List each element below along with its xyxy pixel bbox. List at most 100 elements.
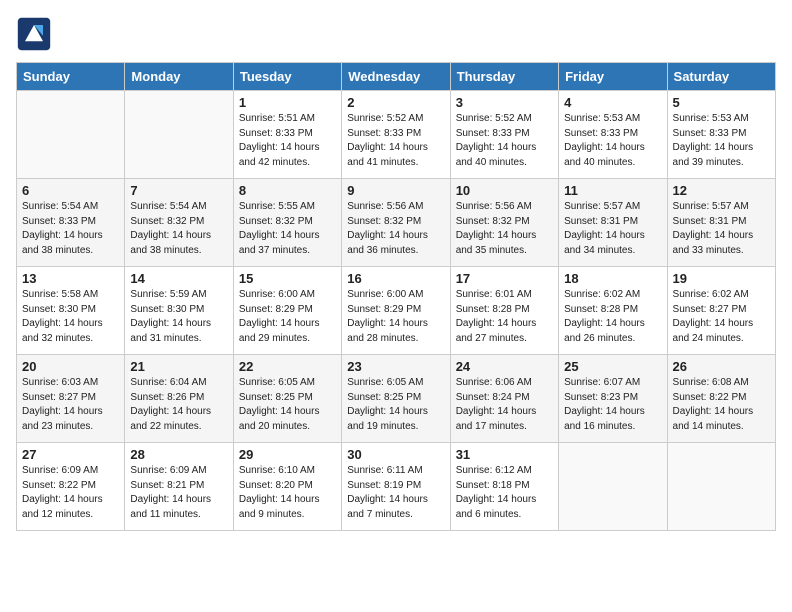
calendar-cell: 5 Sunrise: 5:53 AM Sunset: 8:33 PM Daylig… bbox=[667, 91, 775, 179]
day-number: 30 bbox=[347, 447, 444, 462]
cell-info: Sunrise: 6:11 AM Sunset: 8:19 PM Dayligh… bbox=[347, 464, 444, 522]
cell-info: Sunrise: 6:02 AM Sunset: 8:28 PM Dayligh… bbox=[564, 288, 661, 346]
cell-info: Sunrise: 5:57 AM Sunset: 8:31 PM Dayligh… bbox=[673, 200, 770, 258]
day-number: 9 bbox=[347, 183, 444, 198]
day-number: 10 bbox=[456, 183, 553, 198]
cell-info: Sunrise: 6:09 AM Sunset: 8:22 PM Dayligh… bbox=[22, 464, 119, 522]
calendar-cell: 8 Sunrise: 5:55 AM Sunset: 8:32 PM Daylig… bbox=[233, 179, 341, 267]
day-number: 21 bbox=[130, 359, 227, 374]
cell-info: Sunrise: 6:10 AM Sunset: 8:20 PM Dayligh… bbox=[239, 464, 336, 522]
header-day-tuesday: Tuesday bbox=[233, 63, 341, 91]
calendar-cell: 30 Sunrise: 6:11 AM Sunset: 8:19 PM Dayli… bbox=[342, 443, 450, 531]
day-number: 22 bbox=[239, 359, 336, 374]
calendar-cell: 4 Sunrise: 5:53 AM Sunset: 8:33 PM Daylig… bbox=[559, 91, 667, 179]
calendar-cell: 9 Sunrise: 5:56 AM Sunset: 8:32 PM Daylig… bbox=[342, 179, 450, 267]
header-day-saturday: Saturday bbox=[667, 63, 775, 91]
day-number: 19 bbox=[673, 271, 770, 286]
calendar-cell: 15 Sunrise: 6:00 AM Sunset: 8:29 PM Dayli… bbox=[233, 267, 341, 355]
cell-info: Sunrise: 6:02 AM Sunset: 8:27 PM Dayligh… bbox=[673, 288, 770, 346]
header-day-monday: Monday bbox=[125, 63, 233, 91]
cell-info: Sunrise: 5:58 AM Sunset: 8:30 PM Dayligh… bbox=[22, 288, 119, 346]
calendar-cell: 26 Sunrise: 6:08 AM Sunset: 8:22 PM Dayli… bbox=[667, 355, 775, 443]
day-number: 17 bbox=[456, 271, 553, 286]
header-day-wednesday: Wednesday bbox=[342, 63, 450, 91]
day-number: 7 bbox=[130, 183, 227, 198]
day-number: 29 bbox=[239, 447, 336, 462]
day-number: 13 bbox=[22, 271, 119, 286]
calendar-cell bbox=[667, 443, 775, 531]
logo bbox=[16, 16, 56, 52]
logo-icon bbox=[16, 16, 52, 52]
cell-info: Sunrise: 6:00 AM Sunset: 8:29 PM Dayligh… bbox=[239, 288, 336, 346]
calendar-cell: 22 Sunrise: 6:05 AM Sunset: 8:25 PM Dayli… bbox=[233, 355, 341, 443]
day-number: 26 bbox=[673, 359, 770, 374]
cell-info: Sunrise: 5:53 AM Sunset: 8:33 PM Dayligh… bbox=[564, 112, 661, 170]
calendar-cell: 27Sunrise: 6:09 AM Sunset: 8:22 PM Dayli… bbox=[17, 443, 125, 531]
day-number: 15 bbox=[239, 271, 336, 286]
calendar-cell: 12 Sunrise: 5:57 AM Sunset: 8:31 PM Dayli… bbox=[667, 179, 775, 267]
cell-info: Sunrise: 5:56 AM Sunset: 8:32 PM Dayligh… bbox=[347, 200, 444, 258]
day-number: 28 bbox=[130, 447, 227, 462]
calendar-body: 1Sunrise: 5:51 AM Sunset: 8:33 PM Daylig… bbox=[17, 91, 776, 531]
calendar-table: SundayMondayTuesdayWednesdayThursdayFrid… bbox=[16, 62, 776, 531]
calendar-cell: 14 Sunrise: 5:59 AM Sunset: 8:30 PM Dayli… bbox=[125, 267, 233, 355]
day-number: 2 bbox=[347, 95, 444, 110]
header bbox=[16, 16, 776, 52]
day-number: 23 bbox=[347, 359, 444, 374]
cell-info: Sunrise: 5:52 AM Sunset: 8:33 PM Dayligh… bbox=[347, 112, 444, 170]
header-day-sunday: Sunday bbox=[17, 63, 125, 91]
calendar-header: SundayMondayTuesdayWednesdayThursdayFrid… bbox=[17, 63, 776, 91]
day-number: 31 bbox=[456, 447, 553, 462]
day-number: 11 bbox=[564, 183, 661, 198]
calendar-week-4: 20Sunrise: 6:03 AM Sunset: 8:27 PM Dayli… bbox=[17, 355, 776, 443]
day-number: 18 bbox=[564, 271, 661, 286]
cell-info: Sunrise: 5:54 AM Sunset: 8:33 PM Dayligh… bbox=[22, 200, 119, 258]
day-number: 3 bbox=[456, 95, 553, 110]
calendar-cell: 7 Sunrise: 5:54 AM Sunset: 8:32 PM Daylig… bbox=[125, 179, 233, 267]
cell-info: Sunrise: 5:56 AM Sunset: 8:32 PM Dayligh… bbox=[456, 200, 553, 258]
calendar-cell: 24 Sunrise: 6:06 AM Sunset: 8:24 PM Dayli… bbox=[450, 355, 558, 443]
day-number: 12 bbox=[673, 183, 770, 198]
calendar-cell: 23 Sunrise: 6:05 AM Sunset: 8:25 PM Dayli… bbox=[342, 355, 450, 443]
cell-info: Sunrise: 6:05 AM Sunset: 8:25 PM Dayligh… bbox=[347, 376, 444, 434]
day-number: 1 bbox=[239, 95, 336, 110]
day-number: 24 bbox=[456, 359, 553, 374]
day-number: 14 bbox=[130, 271, 227, 286]
calendar-cell: 31 Sunrise: 6:12 AM Sunset: 8:18 PM Dayli… bbox=[450, 443, 558, 531]
calendar-week-3: 13 Sunrise: 5:58 AM Sunset: 8:30 PM Dayli… bbox=[17, 267, 776, 355]
calendar-cell bbox=[125, 91, 233, 179]
cell-info: Sunrise: 5:54 AM Sunset: 8:32 PM Dayligh… bbox=[130, 200, 227, 258]
day-number: 16 bbox=[347, 271, 444, 286]
calendar-cell: 10 Sunrise: 5:56 AM Sunset: 8:32 PM Dayli… bbox=[450, 179, 558, 267]
cell-info: Sunrise: 6:07 AM Sunset: 8:23 PM Dayligh… bbox=[564, 376, 661, 434]
calendar-cell: 25 Sunrise: 6:07 AM Sunset: 8:23 PM Dayli… bbox=[559, 355, 667, 443]
calendar-cell: 2 Sunrise: 5:52 AM Sunset: 8:33 PM Daylig… bbox=[342, 91, 450, 179]
calendar-cell: 18 Sunrise: 6:02 AM Sunset: 8:28 PM Dayli… bbox=[559, 267, 667, 355]
calendar-cell: 28Sunrise: 6:09 AM Sunset: 8:21 PM Dayli… bbox=[125, 443, 233, 531]
calendar-cell: 17 Sunrise: 6:01 AM Sunset: 8:28 PM Dayli… bbox=[450, 267, 558, 355]
calendar-cell: 11Sunrise: 5:57 AM Sunset: 8:31 PM Dayli… bbox=[559, 179, 667, 267]
calendar-cell: 6 Sunrise: 5:54 AM Sunset: 8:33 PM Daylig… bbox=[17, 179, 125, 267]
day-number: 4 bbox=[564, 95, 661, 110]
calendar-cell: 21 Sunrise: 6:04 AM Sunset: 8:26 PM Dayli… bbox=[125, 355, 233, 443]
cell-info: Sunrise: 6:06 AM Sunset: 8:24 PM Dayligh… bbox=[456, 376, 553, 434]
calendar-cell: 16Sunrise: 6:00 AM Sunset: 8:29 PM Dayli… bbox=[342, 267, 450, 355]
day-number: 5 bbox=[673, 95, 770, 110]
day-number: 6 bbox=[22, 183, 119, 198]
day-number: 8 bbox=[239, 183, 336, 198]
cell-info: Sunrise: 6:05 AM Sunset: 8:25 PM Dayligh… bbox=[239, 376, 336, 434]
calendar-cell bbox=[17, 91, 125, 179]
cell-info: Sunrise: 6:01 AM Sunset: 8:28 PM Dayligh… bbox=[456, 288, 553, 346]
calendar-cell: 20Sunrise: 6:03 AM Sunset: 8:27 PM Dayli… bbox=[17, 355, 125, 443]
cell-info: Sunrise: 5:59 AM Sunset: 8:30 PM Dayligh… bbox=[130, 288, 227, 346]
cell-info: Sunrise: 5:55 AM Sunset: 8:32 PM Dayligh… bbox=[239, 200, 336, 258]
day-number: 25 bbox=[564, 359, 661, 374]
cell-info: Sunrise: 6:04 AM Sunset: 8:26 PM Dayligh… bbox=[130, 376, 227, 434]
calendar-cell: 29 Sunrise: 6:10 AM Sunset: 8:20 PM Dayli… bbox=[233, 443, 341, 531]
header-row: SundayMondayTuesdayWednesdayThursdayFrid… bbox=[17, 63, 776, 91]
cell-info: Sunrise: 6:12 AM Sunset: 8:18 PM Dayligh… bbox=[456, 464, 553, 522]
cell-info: Sunrise: 6:03 AM Sunset: 8:27 PM Dayligh… bbox=[22, 376, 119, 434]
header-day-friday: Friday bbox=[559, 63, 667, 91]
cell-info: Sunrise: 5:53 AM Sunset: 8:33 PM Dayligh… bbox=[673, 112, 770, 170]
cell-info: Sunrise: 6:08 AM Sunset: 8:22 PM Dayligh… bbox=[673, 376, 770, 434]
